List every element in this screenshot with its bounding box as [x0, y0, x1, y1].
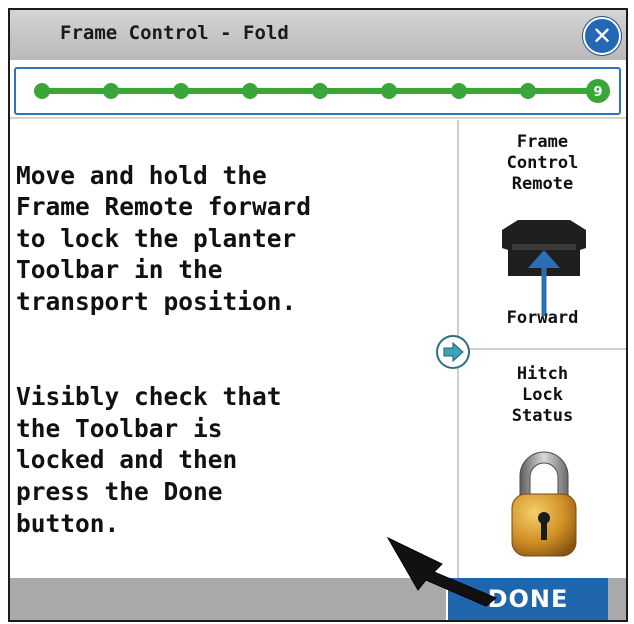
step-dot-8 — [520, 83, 536, 99]
title-bar: Frame Control - Fold ✕ — [10, 10, 626, 60]
remote-title: Frame Control Remote — [506, 132, 579, 194]
step-dot-6 — [381, 83, 397, 99]
step-dot-4 — [242, 83, 258, 99]
side-panel-section-divider — [459, 348, 626, 350]
dialog-window: Frame Control - Fold ✕ 9 Move and hold t… — [8, 8, 628, 622]
step-dot-5 — [312, 83, 328, 99]
padlock-locked-icon — [511, 451, 577, 557]
progress-track: 9 — [34, 79, 610, 103]
step-dot-2 — [103, 83, 119, 99]
step-dot-1 — [34, 83, 50, 99]
close-button[interactable]: ✕ — [583, 17, 621, 55]
step-progress-bar: 9 — [14, 67, 621, 115]
hitch-title: Hitch Lock Status — [511, 364, 574, 426]
instruction-paragraph-1: Move and hold the Frame Remote forward t… — [16, 160, 312, 316]
arrow-right-icon — [443, 341, 464, 363]
pointer-arrow-icon — [386, 536, 497, 607]
current-step-number: 9 — [593, 85, 602, 100]
header-divider — [10, 117, 626, 119]
step-dot-7 — [451, 83, 467, 99]
window-title: Frame Control - Fold — [60, 22, 289, 44]
step-dot-3 — [173, 83, 189, 99]
frame-remote-icon — [502, 220, 586, 316]
direction-label: Forward — [506, 308, 579, 328]
close-x-icon: ✕ — [591, 22, 613, 50]
instruction-paragraph-2: Visibly check that the Toolbar is locked… — [16, 382, 282, 538]
